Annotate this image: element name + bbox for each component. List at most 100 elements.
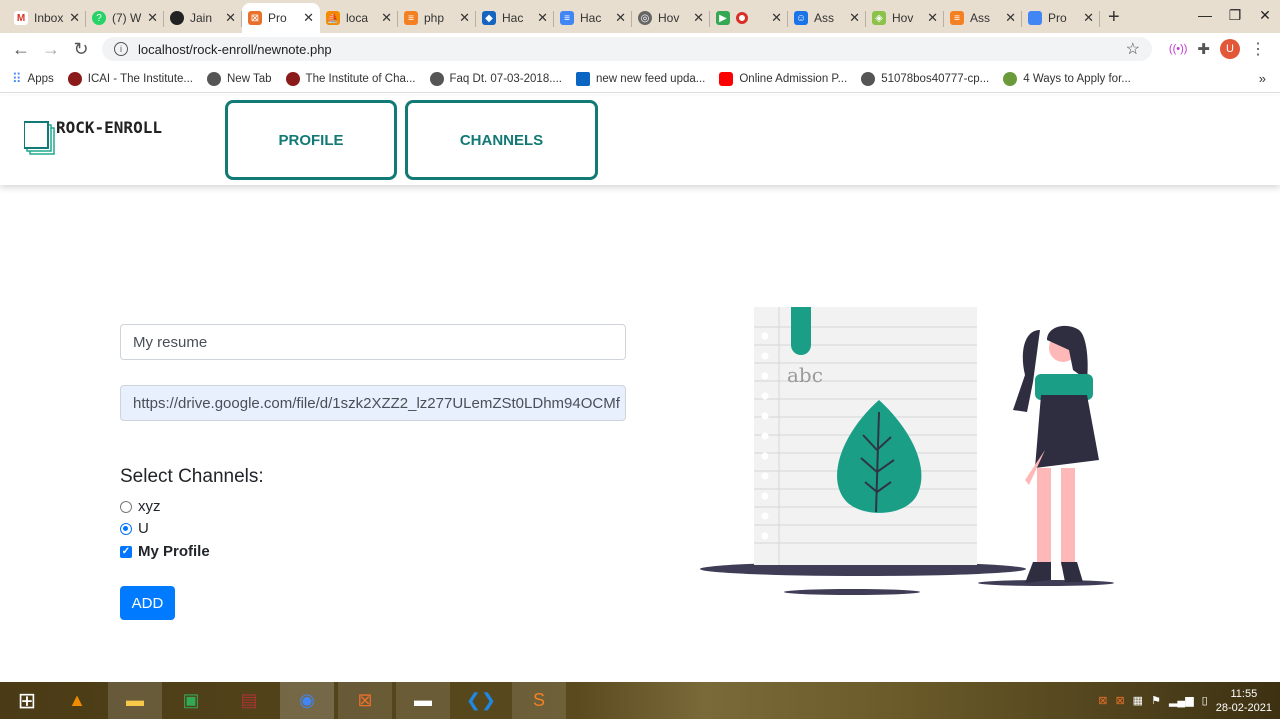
forward-icon[interactable]: → xyxy=(36,39,66,60)
tab-strip: M Inbox ✕ ? (7) W ✕ Jain ✕ ⊠ Pro ✕ ⛵ loca ✕ ≡ php ✕… xyxy=(0,0,1280,33)
back-icon[interactable]: ← xyxy=(6,39,36,60)
tab-13[interactable]: Pro ✕ xyxy=(1022,3,1100,33)
flag-icon[interactable]: ⚑ xyxy=(1151,694,1161,707)
wifi-icon[interactable]: ▂▄▆ xyxy=(1169,694,1194,707)
add-button[interactable]: ADD xyxy=(120,586,175,620)
channel-option-xyz[interactable]: xyz xyxy=(120,498,161,515)
close-icon[interactable]: ✕ xyxy=(693,10,704,26)
checkbox-my-profile[interactable]: ✓ xyxy=(120,545,132,558)
bookmark-item[interactable]: New Tab xyxy=(207,71,272,86)
bookmark-item[interactable]: Faq Dt. 07-03-2018.... xyxy=(429,71,562,86)
tab-0[interactable]: M Inbox ✕ xyxy=(8,3,86,33)
menu-icon[interactable]: ⋮ xyxy=(1250,39,1266,59)
tab-9[interactable]: ▶ ✕ xyxy=(710,3,788,33)
logo-text[interactable]: ROCK-ENROLL xyxy=(56,118,162,137)
xampp-tray-icon[interactable]: ⊠ xyxy=(1098,694,1107,707)
bookmark-item[interactable]: Online Admission P... xyxy=(719,71,847,86)
terminal-icon[interactable]: ▬ xyxy=(396,682,450,719)
close-icon[interactable]: ✕ xyxy=(69,10,80,26)
google-docs-icon: ≡ xyxy=(560,11,574,25)
bookmark-star-icon[interactable]: ☆ xyxy=(1126,39,1140,59)
window-controls: — ❐ ✕ xyxy=(1190,0,1280,30)
geeks-icon: ◈ xyxy=(872,11,886,25)
bookmarks-bar: ⠿ Apps ICAI - The Institute... New Tab Th… xyxy=(0,65,1280,93)
minimize-icon[interactable]: — xyxy=(1190,0,1220,30)
bookmark-item[interactable]: ICAI - The Institute... xyxy=(67,71,193,86)
battery-icon[interactable]: ▯ xyxy=(1202,694,1208,707)
more-bookmarks-icon[interactable]: » xyxy=(1259,71,1266,86)
info-icon[interactable]: i xyxy=(114,42,128,56)
globe-icon: ◎ xyxy=(638,11,652,25)
note-title-input[interactable]: My resume xyxy=(120,324,626,360)
tab-4[interactable]: ⛵ loca ✕ xyxy=(320,3,398,33)
restore-icon[interactable]: ❐ xyxy=(1220,0,1250,30)
tab-3-active[interactable]: ⊠ Pro ✕ xyxy=(242,3,320,33)
tab-10[interactable]: ☺ Ass ✕ xyxy=(788,3,866,33)
classroom-icon: ☺ xyxy=(794,11,808,25)
note-link-input[interactable]: https://drive.google.com/file/d/1szk2XZZ… xyxy=(120,385,626,421)
channel-option-my-profile[interactable]: ✓ My Profile xyxy=(120,543,210,560)
close-icon[interactable]: ✕ xyxy=(147,10,158,26)
close-icon[interactable]: ✕ xyxy=(849,10,860,26)
bookmark-item[interactable]: new new feed upda... xyxy=(576,71,705,86)
profile-avatar[interactable]: U xyxy=(1220,39,1240,59)
chrome-icon[interactable]: ◉ xyxy=(280,682,334,719)
site-navbar: PROFILE CHANNELS xyxy=(0,96,1280,185)
tab-2[interactable]: Jain ✕ xyxy=(164,3,242,33)
puzzle-icon[interactable]: ✚ xyxy=(1197,40,1210,58)
tab-1[interactable]: ? (7) W ✕ xyxy=(86,3,164,33)
tab-6[interactable]: ◆ Hac ✕ xyxy=(476,3,554,33)
xampp-icon: ⊠ xyxy=(248,11,262,25)
windows-taskbar: ⊞ ▲ ▬ ▣ ▤ ◉ ⊠ ▬ ❮❯ S ⊠ ⊠ ▦ ⚑ ▂▄▆ ▯ 11:55… xyxy=(0,682,1280,719)
reload-icon[interactable]: ↻ xyxy=(66,39,96,60)
xampp-icon[interactable]: ⊠ xyxy=(338,682,392,719)
extensions: ((•)) ✚ U xyxy=(1169,39,1240,59)
new-tab-button[interactable]: + xyxy=(1108,6,1120,29)
close-icon[interactable]: ✕ xyxy=(537,10,548,26)
close-icon[interactable]: ✕ xyxy=(225,10,236,26)
close-icon[interactable]: ✕ xyxy=(381,10,392,26)
tab-8[interactable]: ◎ Hov ✕ xyxy=(632,3,710,33)
bookmark-item[interactable]: 51078bos40777-cp... xyxy=(861,71,989,86)
bookmark-apps[interactable]: ⠿ Apps xyxy=(12,71,54,87)
vlc-icon[interactable]: ▲ xyxy=(50,682,104,719)
tab-5[interactable]: ≡ php ✕ xyxy=(398,3,476,33)
close-icon[interactable]: ✕ xyxy=(615,10,626,26)
close-icon[interactable]: ✕ xyxy=(927,10,938,26)
radio-xyz[interactable] xyxy=(120,500,132,513)
tab-11[interactable]: ◈ Hov ✕ xyxy=(866,3,944,33)
close-icon[interactable]: ✕ xyxy=(1005,10,1016,26)
sublime-icon[interactable]: S xyxy=(512,682,566,719)
cast-icon[interactable]: ((•)) xyxy=(1169,43,1188,55)
url-bar[interactable]: i localhost/rock-enroll/newnote.php ☆ xyxy=(102,37,1152,61)
tab-7[interactable]: ≡ Hac ✕ xyxy=(554,3,632,33)
url-text[interactable]: localhost/rock-enroll/newnote.php xyxy=(138,42,332,57)
channels-heading: Select Channels: xyxy=(120,466,264,487)
channel-option-u[interactable]: U xyxy=(120,520,149,537)
address-bar-row: ← → ↻ i localhost/rock-enroll/newnote.ph… xyxy=(0,33,1280,65)
nav-channels-button[interactable]: CHANNELS xyxy=(405,100,598,180)
bookmark-item[interactable]: 4 Ways to Apply for... xyxy=(1003,71,1131,86)
clock[interactable]: 11:55 28-02-2021 xyxy=(1216,687,1272,715)
close-icon[interactable]: ✕ xyxy=(771,10,782,26)
bookmark-item[interactable]: The Institute of Cha... xyxy=(285,71,416,86)
close-icon[interactable]: ✕ xyxy=(1083,10,1094,26)
close-icon[interactable]: ✕ xyxy=(459,10,470,26)
file-explorer-icon[interactable]: ▬ xyxy=(108,682,162,719)
winrar-icon[interactable]: ▤ xyxy=(222,682,276,719)
network-icon[interactable]: ▦ xyxy=(1133,694,1143,707)
option-label[interactable]: U xyxy=(138,520,149,537)
option-label[interactable]: My Profile xyxy=(138,543,210,560)
tab-12[interactable]: ≡ Ass ✕ xyxy=(944,3,1022,33)
xampp-tray-icon[interactable]: ⊠ xyxy=(1115,694,1124,707)
close-window-icon[interactable]: ✕ xyxy=(1250,0,1280,30)
radio-u[interactable] xyxy=(120,522,132,535)
nav-profile-button[interactable]: PROFILE xyxy=(225,100,397,180)
stackoverflow-icon: ≡ xyxy=(950,11,964,25)
gmail-icon: M xyxy=(14,11,28,25)
close-icon[interactable]: ✕ xyxy=(303,10,314,26)
store-icon[interactable]: ▣ xyxy=(164,682,218,719)
option-label[interactable]: xyz xyxy=(138,498,161,515)
vscode-icon[interactable]: ❮❯ xyxy=(454,682,508,719)
windows-start-icon[interactable]: ⊞ xyxy=(0,682,54,719)
